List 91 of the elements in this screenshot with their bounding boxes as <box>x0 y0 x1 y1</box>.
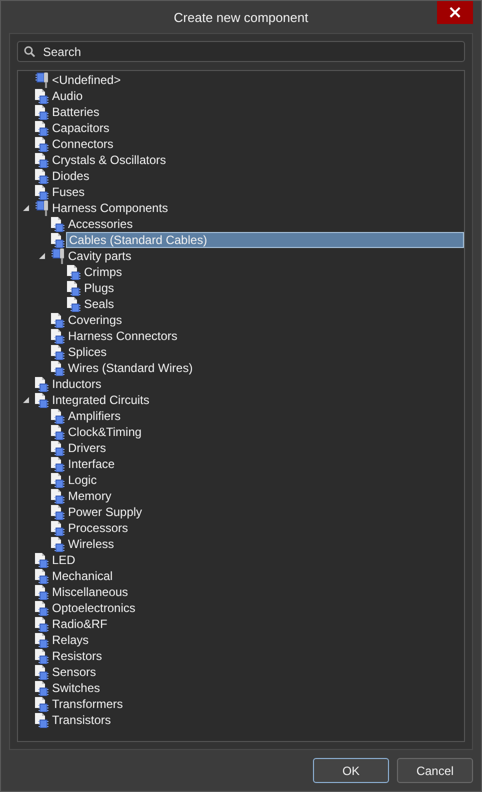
tree-item[interactable]: Clock&Timing <box>66 424 144 440</box>
component-icon <box>50 344 66 360</box>
tree-item[interactable]: <Undefined> <box>50 72 123 88</box>
tree-item[interactable]: Fuses <box>50 184 87 200</box>
component-icon <box>50 488 66 504</box>
tree-item[interactable]: Splices <box>66 344 109 360</box>
expanded-toggle-icon[interactable] <box>38 252 46 260</box>
component-icon <box>34 632 50 648</box>
cancel-button[interactable]: Cancel <box>397 758 473 783</box>
component-icon <box>50 360 66 376</box>
component-icon <box>34 376 50 392</box>
tree-item[interactable]: Miscellaneous <box>50 584 130 600</box>
tree-item[interactable]: Accessories <box>66 216 135 232</box>
component-icon <box>50 472 66 488</box>
component-icon <box>66 280 82 296</box>
component-icon <box>34 136 50 152</box>
tree-item[interactable]: Logic <box>66 472 99 488</box>
tree-item[interactable]: Wires (Standard Wires) <box>66 360 195 376</box>
component-icon <box>34 120 50 136</box>
tree-item[interactable]: Batteries <box>50 104 102 120</box>
tree-item[interactable]: Amplifiers <box>66 408 123 424</box>
component-icon <box>34 648 50 664</box>
component-icon <box>50 216 66 232</box>
tree-item[interactable]: Crystals & Oscillators <box>50 152 168 168</box>
tree-item[interactable]: Sensors <box>50 664 98 680</box>
component-icon <box>34 680 50 696</box>
tree-item[interactable]: Transformers <box>50 696 125 712</box>
component-icon <box>50 328 66 344</box>
tree-item[interactable]: Capacitors <box>50 120 112 136</box>
tree-item[interactable]: Drivers <box>66 440 108 456</box>
tree-item[interactable]: Inductors <box>50 376 104 392</box>
connector-icon <box>34 200 50 216</box>
tree-item[interactable]: Harness Connectors <box>66 328 180 344</box>
tree-item[interactable]: Mechanical <box>50 568 115 584</box>
tree-item[interactable]: Coverings <box>66 312 124 328</box>
tree-item[interactable]: Crimps <box>82 264 124 280</box>
tree-item[interactable]: Optoelectronics <box>50 600 138 616</box>
connector-icon <box>34 72 50 88</box>
component-icon <box>50 424 66 440</box>
component-icon <box>34 168 50 184</box>
tree-item[interactable]: Transistors <box>50 712 113 728</box>
tree-item[interactable]: Diodes <box>50 168 92 184</box>
tree-item[interactable]: Plugs <box>82 280 116 296</box>
search-icon <box>24 46 35 57</box>
window-title: Create new component <box>174 10 308 24</box>
component-icon <box>34 392 50 408</box>
tree-item[interactable]: Cables (Standard Cables) <box>66 232 464 248</box>
component-icon <box>34 104 50 120</box>
tree-item[interactable]: Connectors <box>50 136 116 152</box>
component-icon <box>50 408 66 424</box>
component-icon <box>34 696 50 712</box>
component-icon <box>34 600 50 616</box>
component-icon <box>34 152 50 168</box>
tree-item[interactable]: LED <box>50 552 78 568</box>
expanded-toggle-icon[interactable] <box>22 204 30 212</box>
tree-item[interactable]: Switches <box>50 680 102 696</box>
tree-item[interactable]: Wireless <box>66 536 116 552</box>
component-icon <box>34 584 50 600</box>
tree-item[interactable]: Processors <box>66 520 130 536</box>
connector-icon <box>50 248 66 264</box>
ok-button[interactable]: OK <box>313 758 389 783</box>
component-icon <box>34 184 50 200</box>
component-icon <box>34 616 50 632</box>
component-icon <box>50 456 66 472</box>
component-icon <box>34 88 50 104</box>
component-icon <box>34 712 50 728</box>
tree-item[interactable]: Relays <box>50 632 91 648</box>
tree-item[interactable]: Integrated Circuits <box>50 392 152 408</box>
component-icon <box>34 552 50 568</box>
component-icon <box>50 520 66 536</box>
tree-item[interactable]: Seals <box>82 296 116 312</box>
tree-item[interactable]: Power Supply <box>66 504 144 520</box>
tree-item[interactable]: Audio <box>50 88 85 104</box>
component-icon <box>66 296 82 312</box>
tree-item[interactable]: Harness Components <box>50 200 170 216</box>
close-button[interactable]: × <box>437 1 473 24</box>
component-icon <box>50 312 66 328</box>
component-icon <box>50 504 66 520</box>
component-icon <box>50 440 66 456</box>
tree-item[interactable]: Interface <box>66 456 117 472</box>
component-icon <box>66 264 82 280</box>
tree-item[interactable]: Memory <box>66 488 114 504</box>
component-icon <box>34 568 50 584</box>
tree-item[interactable]: Radio&RF <box>50 616 110 632</box>
search-field[interactable]: Search <box>17 41 465 62</box>
tree-item[interactable]: Cavity parts <box>66 248 134 264</box>
component-icon <box>50 232 66 248</box>
component-icon <box>50 536 66 552</box>
tree-item[interactable]: Resistors <box>50 648 104 664</box>
component-icon <box>34 664 50 680</box>
expanded-toggle-icon[interactable] <box>22 396 30 404</box>
